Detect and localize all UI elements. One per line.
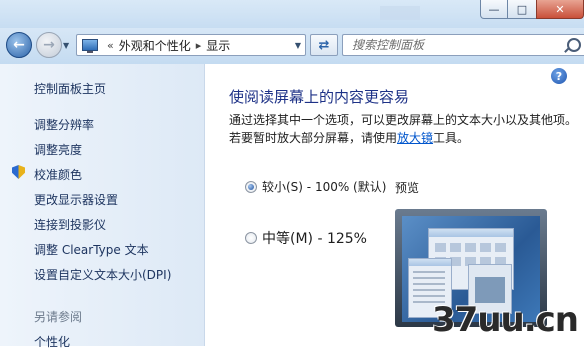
recent-pages-dropdown-icon[interactable]: ▼ [63,41,69,50]
help-button[interactable]: ? [551,68,567,84]
shield-icon [12,165,25,179]
navigation-bar: ← → ▼ « 外观和个性化 ▸ 显示 ▼ ⇄ [0,28,584,64]
refresh-button[interactable]: ⇄ [310,34,338,56]
option-smaller[interactable]: 较小(S) - 100% (默认) [245,178,386,195]
option-medium[interactable]: 中等(M) - 125% [245,228,367,248]
watermark: 37uu.cn [432,300,579,340]
magnifier-link[interactable]: 放大镜 [397,131,433,145]
maximize-icon: □ [516,2,528,16]
sidebar-item-custom-dpi[interactable]: 设置自定义文本大小(DPI) [34,266,171,283]
title-bar-ghost [380,6,420,20]
control-panel-icon [82,39,98,53]
breadcrumb-overflow-icon[interactable]: « [107,39,114,52]
sidebar-item-resolution[interactable]: 调整分辨率 [34,116,94,133]
search-box[interactable] [342,34,584,56]
search-input[interactable] [352,38,552,52]
sidebar: 控制面板主页 调整分辨率 调整亮度 校准颜色 更改显示器设置 连接到投影仪 调整… [0,64,205,349]
sidebar-item-projector[interactable]: 连接到投影仪 [34,216,106,233]
minimize-button[interactable]: — [480,0,508,19]
breadcrumb-separator-icon[interactable]: ▸ [196,39,202,52]
address-dropdown-icon[interactable]: ▼ [295,41,301,50]
preview-label: 预览 [395,181,420,195]
title-bar: — □ ✕ [0,0,584,28]
breadcrumb-display[interactable]: 显示 [206,37,230,54]
see-also-heading: 另请参阅 [34,310,83,324]
back-button[interactable]: ← [6,32,32,58]
sidebar-item-personalization[interactable]: 个性化 [34,333,70,350]
refresh-icon: ⇄ [318,37,330,53]
minimize-icon: — [488,2,500,16]
description: 通过选择其中一个选项，可以更改屏幕上的文本大小以及其他项。若要暂时放大部分屏幕，… [229,111,579,147]
close-icon: ✕ [555,2,565,16]
radio-smaller[interactable] [245,180,257,193]
breadcrumb-appearance[interactable]: 外观和个性化 [119,37,191,54]
maximize-button[interactable]: □ [507,0,537,19]
sidebar-item-display-settings[interactable]: 更改显示器设置 [34,191,118,208]
sidebar-item-calibrate-color[interactable]: 校准颜色 [34,166,82,183]
sidebar-item-brightness[interactable]: 调整亮度 [34,141,82,158]
search-icon[interactable] [567,38,581,52]
option-smaller-label[interactable]: 较小(S) - 100% (默认) [262,178,386,195]
option-medium-label[interactable]: 中等(M) - 125% [262,228,367,248]
help-icon: ? [555,69,563,83]
forward-arrow-icon: → [43,37,55,53]
forward-button[interactable]: → [36,32,62,58]
address-bar[interactable]: « 外观和个性化 ▸ 显示 ▼ [76,34,306,56]
sidebar-item-home[interactable]: 控制面板主页 [34,80,106,97]
page-title: 使阅读屏幕上的内容更容易 [229,88,410,106]
close-button[interactable]: ✕ [536,0,584,19]
back-arrow-icon: ← [13,37,25,53]
description-text-end: 工具。 [433,131,470,145]
sidebar-item-cleartype[interactable]: 调整 ClearType 文本 [34,241,149,258]
radio-medium[interactable] [245,232,257,244]
